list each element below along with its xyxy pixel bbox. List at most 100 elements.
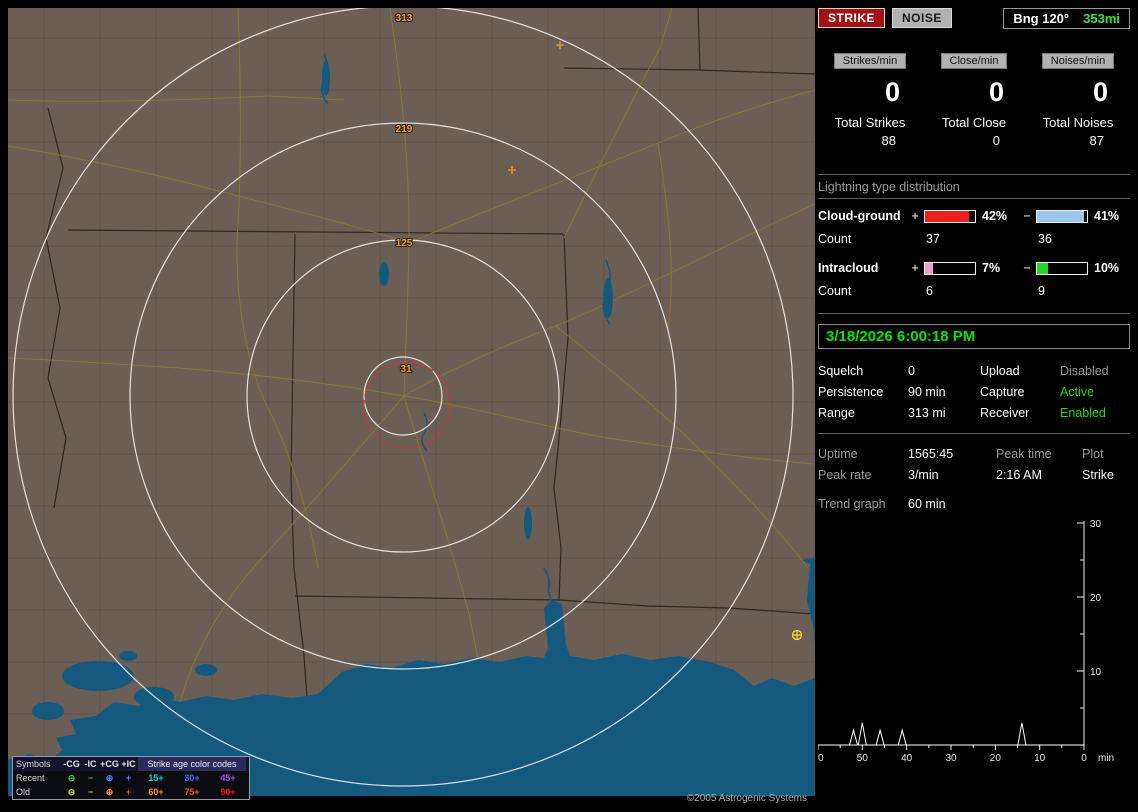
plot-label: Plot [1082, 447, 1104, 461]
trend-graph-row: Trend graph 60 min [818, 497, 1130, 511]
strikes-per-min-chip: Strikes/min [833, 53, 907, 69]
receiver-label: Receiver [980, 406, 1030, 420]
lake [32, 702, 64, 720]
strikes-per-min-value: 0 [884, 77, 900, 107]
intracloud-row: Intracloud + 7% − 10% [818, 261, 1130, 275]
lake [119, 651, 137, 661]
total-strikes-value: 88 [881, 133, 896, 148]
legend-header-row: Symbols -CG -IC +CG +IC Strike age color… [13, 757, 249, 771]
status-grid: Squelch 0 Upload Disabled Persistence 90… [818, 364, 1130, 420]
cg-negative-count: 36 [1038, 232, 1052, 246]
cg-positive-pct: 42% [982, 209, 1008, 223]
svg-text:30: 30 [945, 753, 957, 764]
lake [134, 687, 174, 707]
ic-negative-bar [1036, 261, 1088, 275]
rate-chips-row: Strikes/min Close/min Noises/min [818, 53, 1130, 69]
strike-mode-button[interactable]: STRIKE [818, 8, 886, 28]
range-value: 313 mi [908, 406, 946, 420]
intracloud-count-row: Count 6 9 [818, 284, 1130, 298]
legend-type-neg-ic: -IC [84, 759, 97, 769]
trend-graph: 10 20 30 60 50 40 30 20 10 0 min [812, 519, 1114, 764]
trend-window-value: 60 min [908, 497, 946, 511]
noise-mode-button[interactable]: NOISE [892, 8, 952, 28]
panel-header: STRIKE NOISE Bng 120° 353mi [818, 8, 1130, 29]
bearing-label: Bng 120° [1013, 11, 1070, 26]
ic-negative-count: 9 [1038, 284, 1045, 298]
control-panel: STRIKE NOISE Bng 120° 353mi Strikes/min … [812, 8, 1130, 808]
ic-positive-pct: 7% [982, 261, 1001, 275]
intracloud-label: Intracloud [818, 261, 879, 275]
squelch-value: 0 [908, 364, 915, 378]
minus-sign: − [1023, 261, 1031, 275]
neg-cg-old-icon: ⊖ [67, 787, 76, 797]
trend-graph-label: Trend graph [818, 497, 886, 511]
ring-label-125: 125 [396, 238, 413, 249]
ring-label-31: 31 [400, 364, 412, 375]
peak-rate-value: 3/min [908, 468, 939, 482]
divider [818, 433, 1130, 434]
total-noises-value: 87 [1089, 133, 1104, 148]
pos-ic-recent-icon: + [125, 773, 132, 783]
legend-type-neg-cg: -CG [63, 759, 80, 769]
total-strikes-label: Total Strikes [834, 115, 906, 130]
ring-label-313: 313 [396, 13, 413, 24]
receiver-marker [791, 629, 803, 641]
legend-old-label: Old [16, 787, 31, 797]
ic-positive-bar [924, 261, 976, 275]
age-60: 60+ [148, 787, 164, 797]
capture-status: Active [1060, 385, 1095, 399]
age-15: 15+ [148, 773, 164, 783]
minus-sign: − [1023, 209, 1031, 223]
pos-cg-old-icon: ⊕ [105, 787, 114, 797]
divider [818, 198, 1130, 199]
lake [524, 507, 532, 539]
capture-label: Capture [980, 385, 1025, 399]
upload-label: Upload [980, 364, 1020, 378]
count-label: Count [818, 232, 852, 246]
ic-negative-bar-fill [1037, 262, 1048, 274]
age-75: 75+ [184, 787, 200, 797]
bearing-readout: Bng 120° 353mi [1003, 8, 1130, 29]
svg-text:50: 50 [857, 753, 869, 764]
legend-type-pos-ic: +IC [121, 759, 136, 769]
total-close-value: 0 [992, 133, 1000, 148]
map-canvas: 313 219 125 31 [8, 8, 815, 796]
pos-cg-recent-icon: ⊕ [105, 773, 114, 783]
ic-positive-bar-fill [925, 262, 933, 274]
svg-text:60: 60 [818, 753, 824, 764]
plus-sign: + [911, 261, 919, 275]
total-noises-label: Total Noises [1042, 115, 1114, 130]
divider [818, 174, 1130, 175]
lightning-map[interactable]: 313 219 125 31 [8, 8, 815, 796]
cg-positive-count: 37 [926, 232, 940, 246]
persistence-value: 90 min [908, 385, 946, 399]
legend-age-header: Strike age color codes [138, 757, 246, 771]
svg-text:0: 0 [1081, 753, 1087, 764]
svg-text:20: 20 [990, 753, 1002, 764]
close-per-min-value: 0 [988, 77, 1004, 107]
range-label: Range [818, 406, 855, 420]
total-close-label: Total Close [941, 115, 1007, 130]
ic-positive-count: 6 [926, 284, 933, 298]
noises-per-min-chip: Noises/min [1041, 53, 1115, 69]
cloud-ground-row: Cloud-ground + 42% − 41% [818, 209, 1130, 223]
cloud-ground-label: Cloud-ground [818, 209, 901, 223]
plot-value: Strike [1082, 468, 1114, 482]
datetime-display: 3/18/2026 6:00:18 PM [818, 324, 1130, 349]
svg-text:20: 20 [1090, 593, 1102, 604]
peak-time-value: 2:16 AM [996, 468, 1042, 482]
legend-recent-row: Recent ⊖ − ⊕ + 15+ 30+ 45+ [13, 771, 249, 785]
svg-text:10: 10 [1034, 753, 1046, 764]
cg-positive-bar-fill [925, 210, 969, 222]
divider [818, 313, 1130, 314]
uptime-label: Uptime [818, 447, 858, 461]
noises-per-min-value: 0 [1092, 77, 1108, 107]
rate-values-row: 0 0 0 [818, 77, 1130, 107]
upload-status: Disabled [1060, 364, 1109, 378]
cg-negative-bar [1036, 209, 1088, 223]
totals-labels-row: Total Strikes Total Close Total Noises [818, 115, 1130, 130]
age-90: 90+ [220, 787, 236, 797]
cg-positive-bar [924, 209, 976, 223]
age-45: 45+ [220, 773, 236, 783]
neg-ic-old-icon: − [87, 787, 94, 797]
